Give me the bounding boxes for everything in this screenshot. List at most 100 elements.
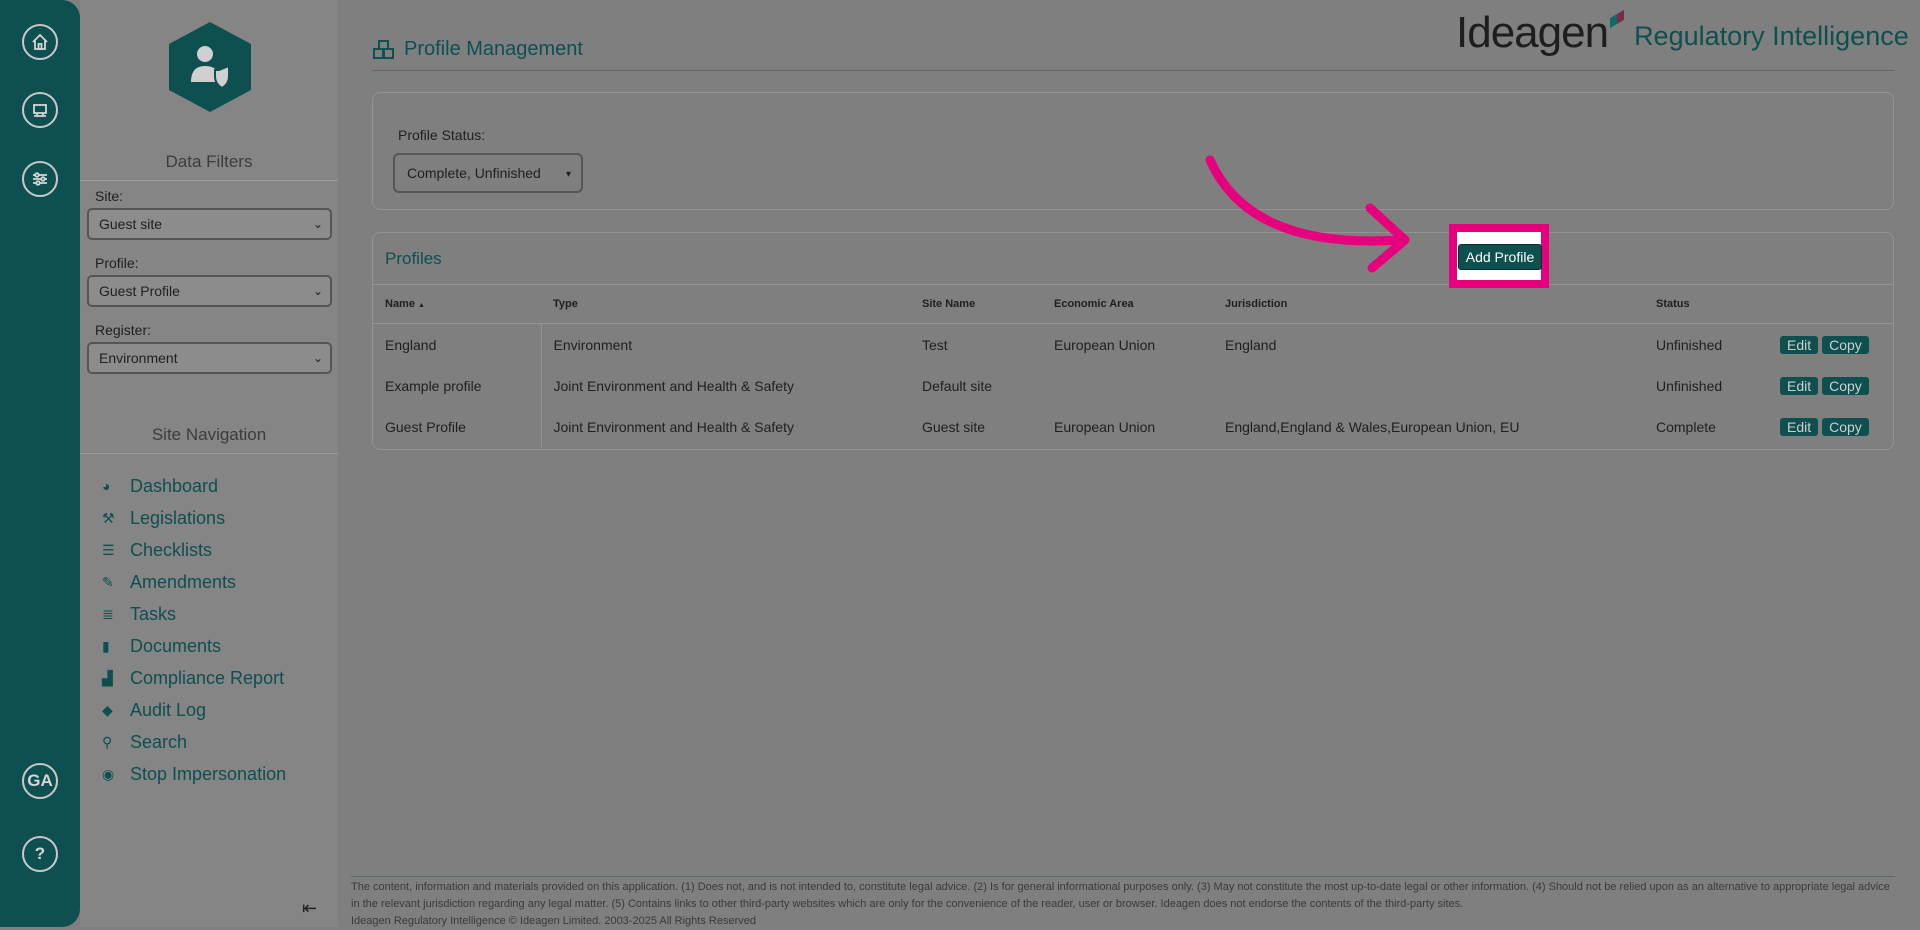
page-title: Profile Management <box>372 38 583 61</box>
nav-stop-impersonation[interactable]: ◉ Stop Impersonation <box>102 758 286 790</box>
column-jurisdiction[interactable]: Jurisdiction <box>1213 285 1644 324</box>
chart-icon: ▟ <box>102 669 113 686</box>
footer-disclaimer: The content, information and materials p… <box>351 881 1890 910</box>
nav-amendments[interactable]: ✎ Amendments <box>102 566 286 598</box>
chevron-down-icon: ⌄ <box>312 284 323 298</box>
site-label: Site: <box>95 188 124 204</box>
chevron-down-icon: ⌄ <box>312 217 323 231</box>
sort-asc-icon: ▲ <box>418 302 425 309</box>
edit-icon: ✎ <box>102 573 114 590</box>
icon-rail: GA ? <box>0 0 80 927</box>
cell-area: European Union <box>1054 418 1156 435</box>
site-navigation: ◕ Dashboard ⚒ Legislations ☰ Checklists … <box>102 470 286 790</box>
gavel-icon: ⚒ <box>102 509 115 526</box>
help-icon[interactable]: ? <box>22 836 58 872</box>
stop-icon: ◉ <box>102 765 115 782</box>
brand-product: Regulatory Intelligence <box>1634 21 1909 51</box>
caret-down-icon: ▾ <box>565 169 571 180</box>
profiles-title: Profiles <box>385 249 442 268</box>
edit-button[interactable]: Edit <box>1780 376 1819 395</box>
profile-select[interactable]: Guest Profile ⌄ <box>87 275 332 307</box>
register-select[interactable]: Environment ⌄ <box>87 342 332 374</box>
cell-jurisdiction: England,England & Wales,European Union, … <box>1225 418 1520 435</box>
nav-audit-log[interactable]: ◆ Audit Log <box>102 694 286 726</box>
table-row: England Environment Test European Union … <box>373 323 1893 365</box>
building-icon[interactable] <box>22 92 58 128</box>
cubes-icon <box>373 39 394 59</box>
cell-name: Guest Profile <box>373 406 542 447</box>
status-select[interactable]: Complete, Unfinished ▾ <box>393 153 583 193</box>
user-shield-icon <box>169 22 251 112</box>
column-economic-area[interactable]: Economic Area <box>1042 285 1213 324</box>
cell-area: European Union <box>1054 336 1156 353</box>
footer-copyright: Ideagen Regulatory Intelligence © Ideage… <box>351 915 756 927</box>
cell-actions: Edit Copy <box>1768 406 1893 447</box>
cell-jurisdiction: England <box>1225 336 1277 353</box>
profile-label: Profile: <box>95 255 139 271</box>
brand-mark-icon <box>1610 10 1625 28</box>
page-title-text: Profile Management <box>404 38 583 60</box>
nav-checklists[interactable]: ☰ Checklists <box>102 534 286 566</box>
title-divider <box>372 70 1894 71</box>
copy-button[interactable]: Copy <box>1822 417 1869 436</box>
copy-button[interactable]: Copy <box>1822 376 1869 395</box>
cell-status: Complete <box>1656 418 1716 435</box>
search-icon: ⚲ <box>102 733 113 750</box>
edit-button[interactable]: Edit <box>1780 417 1819 436</box>
site-select-value: Guest site <box>99 216 163 232</box>
sidebar: Data Filters Site: Guest site ⌄ Profile:… <box>80 0 338 927</box>
help-label: ? <box>34 844 46 863</box>
cell-site: Default site <box>922 377 993 394</box>
nav-item-label: Tasks <box>130 603 177 624</box>
cell-name: England <box>373 323 542 365</box>
nav-item-label: Documents <box>130 635 222 656</box>
cell-status: Unfinished <box>1656 336 1723 353</box>
nav-item-label: Amendments <box>130 571 237 592</box>
profile-select-value: Guest Profile <box>99 283 180 299</box>
home-icon[interactable] <box>22 24 58 60</box>
sliders-icon[interactable] <box>22 161 58 197</box>
column-status[interactable]: Status <box>1644 285 1768 324</box>
nav-item-label: Compliance Report <box>130 667 285 688</box>
chevron-down-icon: ⌄ <box>312 351 323 365</box>
nav-documents[interactable]: ▮ Documents <box>102 630 286 662</box>
nav-item-label: Audit Log <box>130 699 207 720</box>
cell-name: Example profile <box>373 365 542 406</box>
status-label: Profile Status: <box>398 127 486 143</box>
site-select[interactable]: Guest site ⌄ <box>87 208 332 240</box>
nav-item-label: Dashboard <box>130 475 219 496</box>
nav-dashboard[interactable]: ◕ Dashboard <box>102 470 286 502</box>
cell-area <box>1042 365 1213 406</box>
main-content: Profile Management Ideagen Regulatory In… <box>338 0 1920 927</box>
list-icon: ☰ <box>102 541 115 558</box>
status-filter-panel: Profile Status: Complete, Unfinished ▾ <box>372 92 1894 210</box>
copy-button[interactable]: Copy <box>1822 335 1869 354</box>
table-row: Example profile Joint Environment and He… <box>373 365 1893 406</box>
register-label: Register: <box>95 322 152 338</box>
nav-legislations[interactable]: ⚒ Legislations <box>102 502 286 534</box>
cell-site: Test <box>922 336 948 353</box>
register-select-value: Environment <box>99 350 178 366</box>
tags-icon: ◆ <box>102 701 113 718</box>
nav-item-label: Stop Impersonation <box>130 763 287 784</box>
brand-name: Ideagen <box>1456 8 1609 57</box>
profiles-table: Name ▲ Type Site Name Economic Area Juri… <box>373 285 1893 447</box>
profiles-header: Profiles <box>373 233 1893 285</box>
nav-tasks[interactable]: ≣ Tasks <box>102 598 286 630</box>
footer-divider <box>351 876 1895 877</box>
collapse-left-icon[interactable]: ⇤ <box>302 898 317 919</box>
table-row: Guest Profile Joint Environment and Heal… <box>373 406 1893 447</box>
profiles-panel: Profiles Name ▲ Type Site Name Economic … <box>372 232 1894 450</box>
user-initials: GA <box>27 771 53 790</box>
column-site-name[interactable]: Site Name <box>910 285 1042 324</box>
add-profile-button[interactable]: Add Profile <box>1458 244 1542 270</box>
column-actions <box>1768 285 1893 324</box>
column-type[interactable]: Type <box>541 285 910 324</box>
edit-button[interactable]: Edit <box>1780 335 1819 354</box>
brand-logo: Ideagen Regulatory Intelligence <box>1456 8 1909 58</box>
user-avatar[interactable]: GA <box>22 763 58 799</box>
tasks-icon: ≣ <box>102 605 114 622</box>
column-name[interactable]: Name ▲ <box>373 285 541 324</box>
nav-compliance-report[interactable]: ▟ Compliance Report <box>102 662 286 694</box>
nav-search[interactable]: ⚲ Search <box>102 726 286 758</box>
